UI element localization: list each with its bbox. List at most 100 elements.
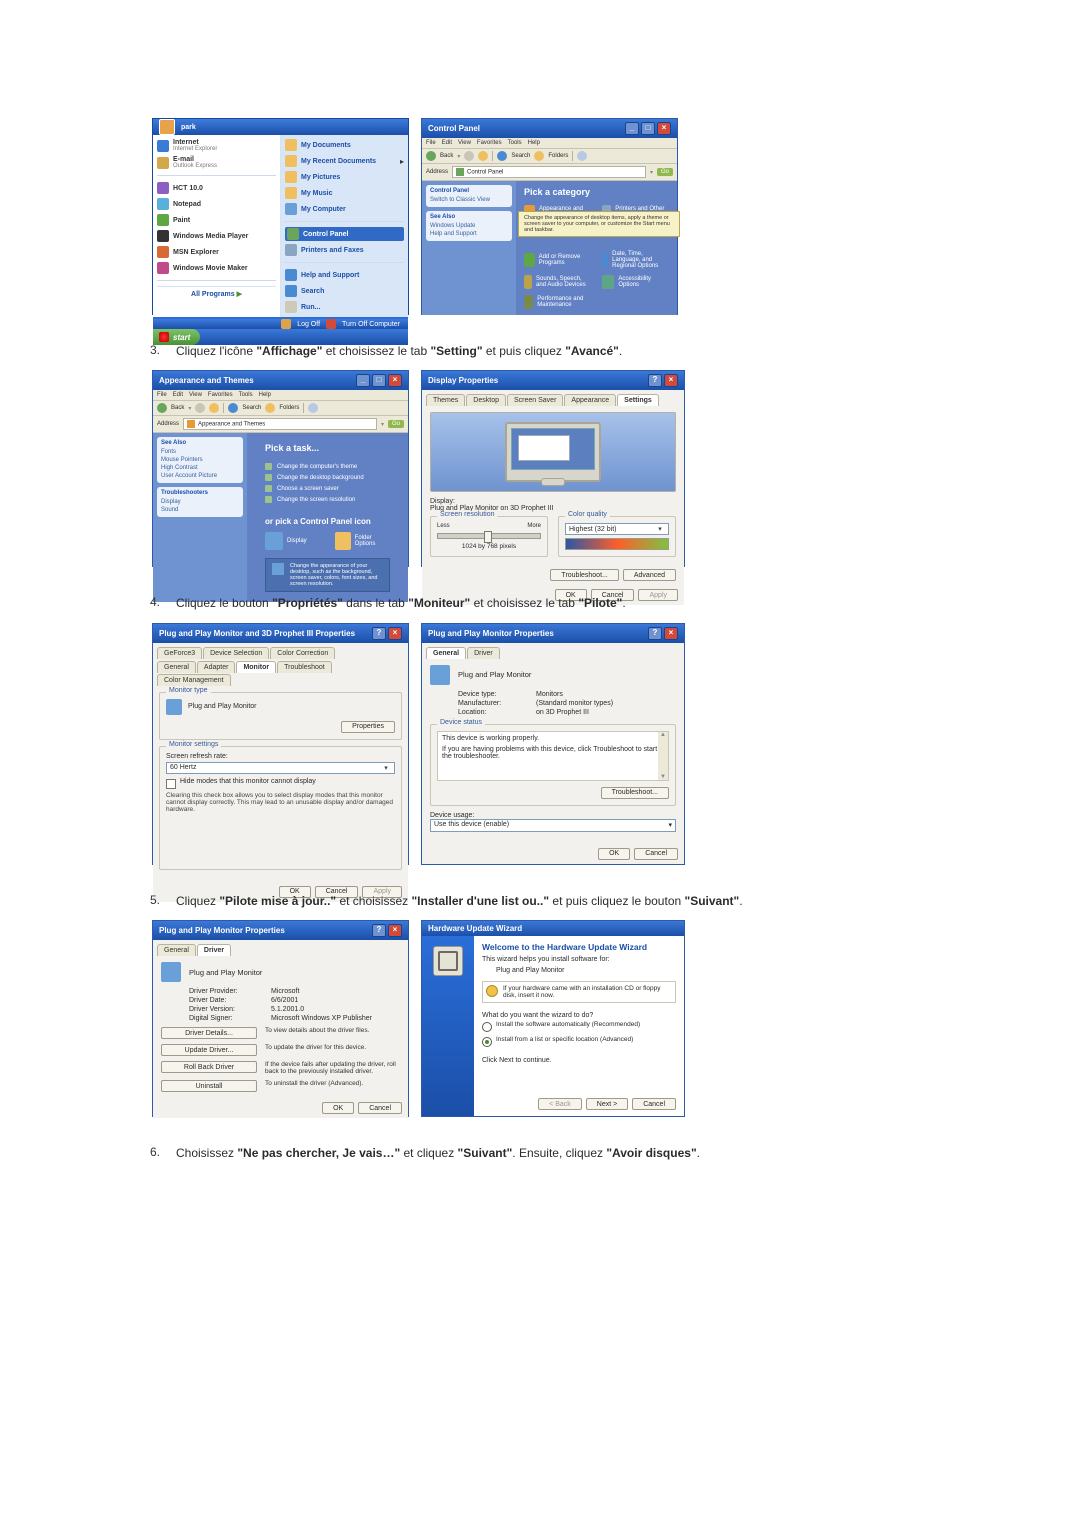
tab-screensaver[interactable]: Screen Saver bbox=[507, 394, 563, 406]
refresh-rate-combo[interactable]: 60 Hertz▾ bbox=[166, 762, 395, 774]
hide-modes-checkbox[interactable]: Hide modes that this monitor cannot disp… bbox=[166, 778, 395, 789]
cp-icon-display[interactable]: Display bbox=[265, 532, 321, 550]
troubleshoot-button[interactable]: Troubleshoot... bbox=[550, 569, 618, 581]
sm-item-controlpanel[interactable]: Control Panel bbox=[285, 227, 404, 241]
appearance-themes-window: Appearance and Themes _□× FileEditViewFa… bbox=[152, 370, 409, 567]
monitor-icon bbox=[430, 665, 450, 685]
forward-icon[interactable] bbox=[464, 151, 474, 161]
tab-settings[interactable]: Settings bbox=[617, 394, 659, 406]
help-button[interactable]: ? bbox=[372, 924, 386, 937]
views-icon[interactable] bbox=[577, 151, 587, 161]
ok-button[interactable]: OK bbox=[322, 1102, 354, 1114]
sm-item-music[interactable]: My Music bbox=[285, 186, 404, 200]
next-button[interactable]: Next > bbox=[586, 1098, 628, 1110]
minimize-button[interactable]: _ bbox=[625, 122, 639, 135]
address-field[interactable]: Control Panel bbox=[452, 166, 646, 178]
cat-performance[interactable]: Performance and Maintenance bbox=[524, 295, 592, 309]
cat-addremove[interactable]: Add or Remove Programs bbox=[524, 251, 592, 269]
close-button[interactable]: × bbox=[657, 122, 671, 135]
back-button[interactable]: < Back bbox=[538, 1098, 582, 1110]
up-icon[interactable] bbox=[478, 151, 488, 161]
menubar[interactable]: File Edit View Favorites Tools Help bbox=[422, 138, 677, 149]
sm-item-search[interactable]: Search bbox=[285, 284, 404, 298]
tab-monitor[interactable]: Monitor bbox=[236, 661, 276, 673]
tab-device-selection[interactable]: Device Selection bbox=[203, 647, 269, 659]
color-quality-combo[interactable]: Highest (32 bit)▾ bbox=[565, 523, 669, 535]
tab-geforce3[interactable]: GeForce3 bbox=[157, 647, 202, 659]
properties-button[interactable]: Properties bbox=[341, 721, 395, 733]
device-usage-combo[interactable]: Use this device (enable)▾ bbox=[430, 819, 676, 832]
task-theme[interactable]: Change the computer's theme bbox=[265, 463, 390, 470]
sm-item-mydocs[interactable]: My Documents bbox=[285, 138, 404, 152]
cat-datetime[interactable]: Date, Time, Language, and Regional Optio… bbox=[602, 251, 670, 269]
task-background[interactable]: Change the desktop background bbox=[265, 474, 390, 481]
tab-general[interactable]: General bbox=[157, 661, 196, 673]
sm-all-programs[interactable]: All Programs ▶ bbox=[157, 286, 276, 301]
turnoff-button[interactable]: Turn Off Computer bbox=[342, 321, 400, 328]
cancel-button[interactable]: Cancel bbox=[358, 1102, 402, 1114]
update-driver-button[interactable]: Update Driver... bbox=[161, 1044, 257, 1056]
sm-item-pictures[interactable]: My Pictures bbox=[285, 170, 404, 184]
start-menu-user: park bbox=[181, 124, 196, 131]
close-button[interactable]: × bbox=[388, 627, 402, 640]
maximize-button[interactable]: □ bbox=[641, 122, 655, 135]
tab-troubleshoot[interactable]: Troubleshoot bbox=[277, 661, 332, 673]
tab-colormgmt[interactable]: Color Management bbox=[157, 674, 231, 686]
close-button[interactable]: × bbox=[664, 374, 678, 387]
tab-color-correction[interactable]: Color Correction bbox=[270, 647, 335, 659]
tab-driver[interactable]: Driver bbox=[467, 647, 500, 659]
sm-item-hct[interactable]: HCT 10.0 bbox=[157, 181, 276, 195]
sm-item-notepad[interactable]: Notepad bbox=[157, 197, 276, 211]
task-screensaver[interactable]: Choose a screen saver bbox=[265, 485, 390, 492]
radio-list-location[interactable]: Install from a list or specific location… bbox=[482, 1036, 676, 1047]
sm-item-internet[interactable]: InternetInternet Explorer bbox=[157, 138, 276, 153]
sm-item-recent[interactable]: My Recent Documents▸ bbox=[285, 154, 404, 168]
paint-icon bbox=[157, 214, 169, 226]
task-resolution[interactable]: Change the screen resolution bbox=[265, 496, 390, 503]
display-label: Display: bbox=[430, 498, 676, 505]
advanced-button[interactable]: Advanced bbox=[623, 569, 676, 581]
uninstall-button[interactable]: Uninstall bbox=[161, 1080, 257, 1092]
rollback-driver-button[interactable]: Roll Back Driver bbox=[161, 1061, 257, 1073]
logoff-button[interactable]: Log Off bbox=[297, 321, 320, 328]
tab-general[interactable]: General bbox=[157, 944, 196, 956]
tab-themes[interactable]: Themes bbox=[426, 394, 465, 406]
resolution-slider[interactable] bbox=[437, 533, 541, 539]
help-button[interactable]: ? bbox=[372, 627, 386, 640]
driver-details-button[interactable]: Driver Details... bbox=[161, 1027, 257, 1039]
sm-item-msn[interactable]: MSN Explorer bbox=[157, 245, 276, 259]
sm-item-wmm[interactable]: Windows Movie Maker bbox=[157, 261, 276, 275]
tab-desktop[interactable]: Desktop bbox=[466, 394, 506, 406]
sm-item-mycomputer[interactable]: My Computer bbox=[285, 202, 404, 216]
minimize-button[interactable]: _ bbox=[356, 374, 370, 387]
cat-sounds[interactable]: Sounds, Speech, and Audio Devices bbox=[524, 275, 592, 289]
avatar bbox=[159, 119, 175, 135]
sm-item-wmp[interactable]: Windows Media Player bbox=[157, 229, 276, 243]
close-button[interactable]: × bbox=[664, 627, 678, 640]
help-button[interactable]: ? bbox=[648, 374, 662, 387]
back-icon[interactable] bbox=[157, 403, 167, 413]
sm-item-email[interactable]: E-mailOutlook Express bbox=[157, 155, 276, 170]
close-button[interactable]: × bbox=[388, 374, 402, 387]
tab-adapter[interactable]: Adapter bbox=[197, 661, 236, 673]
radio-auto[interactable]: Install the software automatically (Reco… bbox=[482, 1021, 676, 1032]
troubleshoot-button[interactable]: Troubleshoot... bbox=[601, 787, 669, 799]
help-button[interactable]: ? bbox=[648, 627, 662, 640]
tab-driver[interactable]: Driver bbox=[197, 944, 231, 956]
sm-item-paint[interactable]: Paint bbox=[157, 213, 276, 227]
sm-item-help[interactable]: Help and Support bbox=[285, 268, 404, 282]
tab-general[interactable]: General bbox=[426, 647, 466, 659]
cp-icon-folder-options[interactable]: Folder Options bbox=[335, 532, 391, 550]
close-button[interactable]: × bbox=[388, 924, 402, 937]
tab-appearance[interactable]: Appearance bbox=[564, 394, 616, 406]
sm-item-run[interactable]: Run... bbox=[285, 300, 404, 314]
maximize-button[interactable]: □ bbox=[372, 374, 386, 387]
cancel-button[interactable]: Cancel bbox=[634, 848, 678, 860]
cat-accessibility[interactable]: Accessibility Options bbox=[602, 275, 670, 289]
back-icon[interactable] bbox=[426, 151, 436, 161]
switch-classic-link[interactable]: Switch to Classic View bbox=[430, 196, 508, 204]
go-button[interactable]: Go bbox=[657, 168, 673, 176]
cancel-button[interactable]: Cancel bbox=[632, 1098, 676, 1110]
ok-button[interactable]: OK bbox=[598, 848, 630, 860]
sm-item-printers[interactable]: Printers and Faxes bbox=[285, 243, 404, 257]
